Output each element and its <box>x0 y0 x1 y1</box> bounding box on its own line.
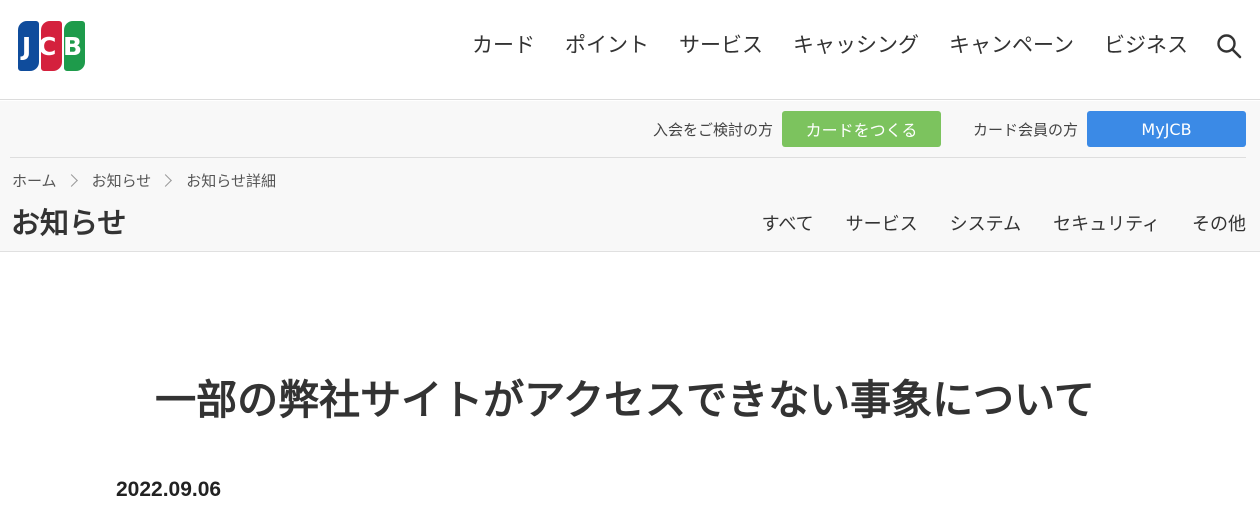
breadcrumb: ホーム お知らせ お知らせ詳細 <box>12 170 276 191</box>
category-system[interactable]: システム <box>950 210 1021 236</box>
apply-card-button[interactable]: カードをつくる <box>781 111 941 147</box>
category-security[interactable]: セキュリティ <box>1053 210 1160 236</box>
nav-item-point[interactable]: ポイント <box>565 29 649 61</box>
category-other[interactable]: その他 <box>1192 210 1246 236</box>
breadcrumb-home[interactable]: ホーム <box>12 170 57 191</box>
member-label: カード会員の方 <box>972 120 1078 139</box>
nav-item-card[interactable]: カード <box>472 29 535 61</box>
main-nav: カード ポイント サービス キャッシング キャンペーン ビジネス <box>472 29 1188 61</box>
nav-item-service[interactable]: サービス <box>679 29 763 61</box>
logo-letters: J C B <box>21 31 82 61</box>
category-nav: すべて サービス システム セキュリティ その他 <box>762 210 1246 236</box>
sub-header: 入会をご検討の方 カードをつくる カード会員の方 MyJCB ホーム お知らせ … <box>0 101 1260 252</box>
nav-item-cashing[interactable]: キャッシング <box>793 29 919 61</box>
article-title: 一部の弊社サイトがアクセスできない事象について <box>155 376 1095 424</box>
cta-row: 入会をご検討の方 カードをつくる カード会員の方 MyJCB <box>653 111 1246 147</box>
breadcrumb-news[interactable]: お知らせ <box>92 170 152 191</box>
breadcrumb-current: お知らせ詳細 <box>186 172 276 190</box>
jcb-logo[interactable]: J C B <box>18 21 85 71</box>
join-label: 入会をご検討の方 <box>652 120 773 139</box>
nav-item-business[interactable]: ビジネス <box>1104 29 1188 61</box>
site-header: J C B カード ポイント サービス キャッシング キャンペーン ビジネス <box>0 0 1260 100</box>
category-service[interactable]: サービス <box>846 210 918 236</box>
chevron-right-icon <box>64 174 78 187</box>
chevron-right-icon <box>159 174 173 187</box>
myjcb-button[interactable]: MyJCB <box>1087 111 1246 147</box>
article-date: 2022.09.06 <box>116 478 222 501</box>
divider <box>10 157 1246 158</box>
search-icon[interactable] <box>1216 33 1242 59</box>
page-title: お知らせ <box>11 206 127 240</box>
nav-item-campaign[interactable]: キャンペーン <box>949 29 1074 61</box>
category-all[interactable]: すべて <box>762 210 814 236</box>
